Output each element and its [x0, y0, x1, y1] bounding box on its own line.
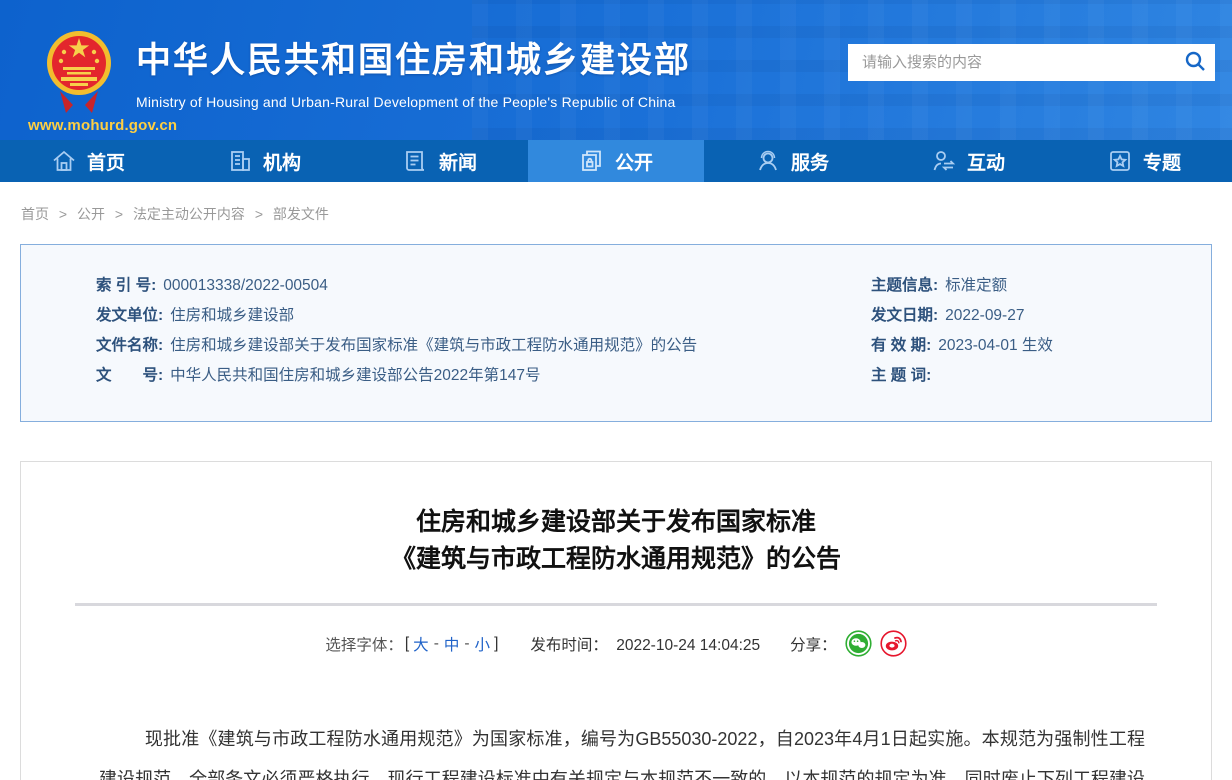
article-title: 住房和城乡建设部关于发布国家标准 《建筑与市政工程防水通用规范》的公告 [69, 504, 1163, 578]
building-icon [227, 148, 253, 174]
news-icon [403, 148, 429, 174]
article-container: 住房和城乡建设部关于发布国家标准 《建筑与市政工程防水通用规范》的公告 选择字体… [20, 461, 1212, 780]
breadcrumb-current-page: 部发文件 [273, 206, 329, 222]
publish-time-label: 发布时间： [530, 637, 608, 654]
info-row-issue-date: 发文日期: 2022-09-27 [871, 301, 1211, 331]
info-row-index-number: 索 引 号: 000013338/2022-00504 [96, 271, 871, 301]
info-label: 文件名称: [96, 337, 163, 354]
wechat-icon[interactable] [845, 630, 872, 657]
info-label: 主题信息: [871, 277, 938, 294]
nav-item-disclosure[interactable]: 公开 [528, 140, 704, 182]
nav-item-topics[interactable]: 专题 [1056, 140, 1232, 182]
nav-label: 机构 [263, 148, 301, 175]
breadcrumb: 首页 > 公开 > 法定主动公开内容 > 部发文件 [0, 182, 1232, 244]
info-label: 有 效 期: [871, 337, 931, 354]
search-button[interactable] [1175, 44, 1215, 81]
main-nav: 首页 机构 新闻 公开 [0, 140, 1232, 182]
info-row-issuing-unit: 发文单位: 住房和城乡建设部 [96, 301, 871, 331]
dash: - [464, 635, 469, 653]
publish-time-value: 2022-10-24 14:04:25 [616, 637, 760, 654]
info-row-document-name: 文件名称: 住房和城乡建设部关于发布国家标准《建筑与市政工程防水通用规范》的公告 [96, 331, 871, 361]
share-label: 分享： [790, 633, 837, 655]
nav-item-home[interactable]: 首页 [0, 140, 176, 182]
article-title-line1: 住房和城乡建设部关于发布国家标准 [69, 504, 1163, 541]
interact-icon [931, 148, 957, 174]
nav-item-service[interactable]: 服务 [704, 140, 880, 182]
breadcrumb-statutory-content[interactable]: 法定主动公开内容 [133, 206, 245, 222]
dash: - [434, 635, 439, 653]
article-meta-bar: 选择字体： [ 大 - 中 - 小 ] 发布时间： 2022-10-24 14:… [69, 630, 1163, 657]
breadcrumb-separator: > [59, 206, 67, 222]
info-label: 发文日期: [871, 307, 938, 324]
font-size-medium-link[interactable]: 中 [444, 633, 460, 655]
breadcrumb-separator: > [115, 206, 123, 222]
nav-item-news[interactable]: 新闻 [352, 140, 528, 182]
info-label: 主 题 词: [871, 367, 931, 384]
info-value: 中华人民共和国住房和城乡建设部公告2022年第147号 [170, 367, 540, 384]
weibo-icon[interactable] [880, 630, 907, 657]
nav-label: 专题 [1143, 148, 1181, 175]
info-row-document-number: 文 号: 中华人民共和国住房和城乡建设部公告2022年第147号 [96, 361, 871, 391]
bracket-open: [ [405, 635, 409, 653]
font-size-large-link[interactable]: 大 [413, 633, 429, 655]
info-row-keywords: 主 题 词: [871, 361, 1211, 391]
breadcrumb-separator: > [255, 206, 263, 222]
article-body-paragraph: 现批准《建筑与市政工程防水通用规范》为国家标准，编号为GB55030-2022，… [99, 719, 1145, 780]
share-bar: 分享： [790, 630, 907, 657]
nav-label: 互动 [967, 148, 1005, 175]
document-info-box: 索 引 号: 000013338/2022-00504 发文单位: 住房和城乡建设部… [20, 244, 1212, 422]
nav-item-interact[interactable]: 互动 [880, 140, 1056, 182]
info-value: 2022-09-27 [945, 307, 1024, 324]
nav-label: 新闻 [439, 148, 477, 175]
national-emblem-logo[interactable] [46, 25, 112, 122]
search-box [848, 44, 1215, 81]
info-label: 发文单位: [96, 307, 163, 324]
font-size-small-link[interactable]: 小 [475, 633, 491, 655]
nav-label: 首页 [87, 148, 125, 175]
breadcrumb-disclosure[interactable]: 公开 [77, 206, 105, 222]
publish-time: 发布时间： 2022-10-24 14:04:25 [530, 633, 760, 655]
info-label: 文 号: [96, 367, 163, 384]
article-title-line2: 《建筑与市政工程防水通用规范》的公告 [69, 541, 1163, 578]
info-row-topic-info: 主题信息: 标准定额 [871, 271, 1211, 301]
site-subtitle: Ministry of Housing and Urban-Rural Deve… [136, 94, 691, 110]
search-input[interactable] [848, 44, 1175, 81]
service-icon [755, 148, 781, 174]
info-value: 标准定额 [945, 277, 1007, 294]
site-header: www.mohurd.gov.cn 中华人民共和国住房和城乡建设部 Minist… [0, 0, 1232, 140]
info-value: 000013338/2022-00504 [163, 277, 328, 294]
disclosure-icon [579, 148, 605, 174]
search-icon [1183, 49, 1207, 76]
font-selector-label: 选择字体： [325, 633, 403, 655]
nav-item-org[interactable]: 机构 [176, 140, 352, 182]
info-label: 索 引 号: [96, 277, 156, 294]
info-value: 2023-04-01 生效 [938, 337, 1053, 354]
font-size-selector: 选择字体： [ 大 - 中 - 小 ] [325, 633, 500, 655]
info-value: 住房和城乡建设部 [170, 307, 294, 324]
nav-label: 公开 [615, 148, 653, 175]
bracket-close: ] [494, 635, 498, 653]
site-title: 中华人民共和国住房和城乡建设部 [136, 32, 691, 83]
home-icon [51, 148, 77, 174]
site-url: www.mohurd.gov.cn [28, 117, 177, 134]
info-value: 住房和城乡建设部关于发布国家标准《建筑与市政工程防水通用规范》的公告 [170, 337, 697, 354]
nav-label: 服务 [791, 148, 829, 175]
topics-icon [1107, 148, 1133, 174]
breadcrumb-home[interactable]: 首页 [21, 206, 49, 222]
info-row-effective-date: 有 效 期: 2023-04-01 生效 [871, 331, 1211, 361]
title-divider [75, 603, 1157, 606]
